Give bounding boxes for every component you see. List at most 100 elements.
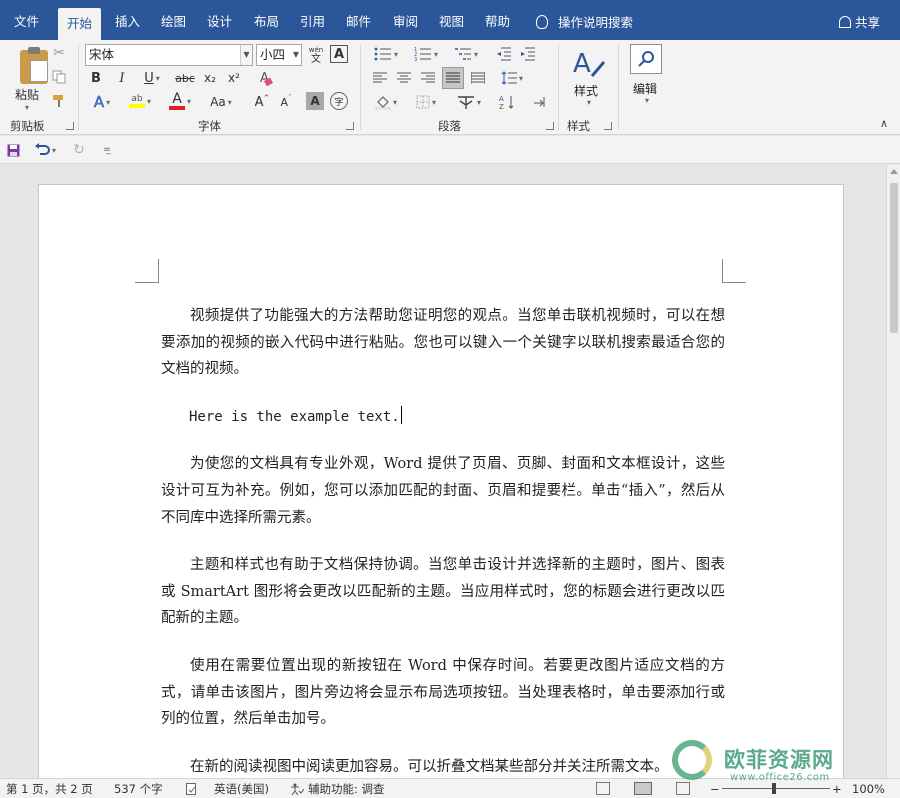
- chevron-down-icon: ▾: [186, 96, 191, 106]
- tab-home[interactable]: 开始: [58, 8, 102, 40]
- align-center-icon[interactable]: [394, 68, 414, 88]
- asian-layout-button[interactable]: ▾: [452, 92, 486, 112]
- clipboard-launcher-icon[interactable]: [66, 122, 74, 130]
- subscript-button[interactable]: x₂: [200, 68, 220, 88]
- document-page[interactable]: 视频提供了功能强大的方法帮助您证明您的观点。当您单击联机视频时，可以在想要添加的…: [38, 184, 844, 778]
- zoom-out-button[interactable]: −: [710, 779, 720, 798]
- italic-button[interactable]: I: [112, 68, 132, 88]
- align-right-icon[interactable]: [418, 68, 438, 88]
- justify-icon[interactable]: [442, 67, 464, 89]
- font-size-select[interactable]: 小四 ▼: [256, 44, 302, 66]
- editing-button[interactable]: 编辑 ▾: [626, 44, 668, 118]
- align-left-icon[interactable]: [370, 68, 390, 88]
- tab-references[interactable]: 引用: [294, 0, 331, 40]
- document-canvas: 视频提供了功能强大的方法帮助您证明您的观点。当您单击联机视频时，可以在想要添加的…: [0, 165, 886, 778]
- tab-view[interactable]: 视图: [433, 0, 470, 40]
- document-body[interactable]: 视频提供了功能强大的方法帮助您证明您的观点。当您单击联机视频时，可以在想要添加的…: [161, 303, 725, 778]
- format-painter-icon[interactable]: [50, 92, 68, 110]
- paragraph-group-label: 段落: [438, 119, 461, 133]
- paragraph[interactable]: 视频提供了功能强大的方法帮助您证明您的观点。当您单击联机视频时，可以在想要添加的…: [161, 303, 725, 383]
- paragraph-launcher-icon[interactable]: [546, 122, 554, 130]
- ribbon-home: 粘贴 ▾ ✂ 剪贴板 宋体 ▼ 小四 ▼ wén 文 A B I U ▾ abc x…: [0, 40, 900, 135]
- phonetic-guide-icon[interactable]: wén 文: [306, 45, 326, 65]
- distributed-icon[interactable]: [468, 68, 488, 88]
- tab-insert[interactable]: 插入: [109, 0, 146, 40]
- cut-icon[interactable]: ✂: [50, 44, 68, 62]
- scroll-up-icon[interactable]: [890, 169, 898, 174]
- enclose-characters-icon[interactable]: 字: [330, 92, 348, 110]
- tab-help[interactable]: 帮助: [479, 0, 516, 40]
- undo-button[interactable]: ▾: [30, 141, 60, 159]
- multilevel-list-button[interactable]: ▾: [450, 44, 482, 64]
- grow-font-icon[interactable]: A ^: [252, 92, 272, 112]
- styles-launcher-icon[interactable]: [604, 122, 612, 130]
- shading-button[interactable]: ▾: [370, 92, 402, 112]
- chevron-down-icon: ▾: [227, 97, 232, 107]
- customize-toolbar-icon[interactable]: =̲: [100, 141, 114, 159]
- proofing-icon[interactable]: [186, 779, 200, 798]
- zoom-level[interactable]: 100%: [852, 779, 885, 798]
- ribbon-tab-bar: 文件 开始 插入 绘图 设计 布局 引用 邮件 审阅 视图 帮助 操作说明搜索 …: [0, 0, 900, 40]
- accessibility-button[interactable]: 辅助功能: 调查: [290, 779, 385, 798]
- tab-design[interactable]: 设计: [201, 0, 238, 40]
- share-label: 共享: [854, 15, 880, 30]
- copy-icon[interactable]: [50, 68, 68, 86]
- superscript-button[interactable]: x²: [224, 68, 244, 88]
- bullets-button[interactable]: ▾: [370, 44, 402, 64]
- zoom-in-button[interactable]: +: [832, 779, 842, 798]
- paragraph[interactable]: 主题和样式也有助于文档保持协调。当您单击设计并选择新的主题时，图片、图表或 Sm…: [161, 552, 725, 632]
- print-layout-icon[interactable]: [634, 782, 652, 795]
- accessibility-label: 辅助功能: 调查: [308, 782, 385, 796]
- text-effects-icon[interactable]: A ▾: [86, 92, 118, 112]
- paragraph[interactable]: Here is the example text.: [161, 404, 725, 431]
- zoom-slider[interactable]: [722, 788, 830, 789]
- sort-icon[interactable]: AZ: [496, 92, 518, 112]
- font-name-select[interactable]: 宋体 ▼: [85, 44, 253, 66]
- paste-button[interactable]: 粘贴 ▾: [6, 44, 48, 112]
- paste-label: 粘贴: [14, 88, 39, 102]
- read-mode-icon[interactable]: [596, 782, 610, 795]
- highlight-color-button[interactable]: ab ▾: [124, 90, 156, 112]
- character-border-icon[interactable]: A: [330, 45, 348, 63]
- paragraph[interactable]: 在新的阅读视图中阅读更加容易。可以折叠文档某些部分并关注所需文本。: [161, 754, 725, 778]
- character-shading-icon[interactable]: A: [306, 92, 324, 110]
- tab-review[interactable]: 审阅: [387, 0, 424, 40]
- web-layout-icon[interactable]: [676, 782, 690, 795]
- paragraph-mark-icon[interactable]: [528, 92, 550, 112]
- strikethrough-button[interactable]: abc: [172, 68, 198, 88]
- numbering-button[interactable]: 1 2 3 ▾: [410, 44, 442, 64]
- line-spacing-button[interactable]: ▾: [496, 68, 528, 88]
- tab-layout[interactable]: 布局: [248, 0, 285, 40]
- accessibility-icon: [291, 783, 304, 795]
- page-count[interactable]: 第 1 页，共 2 页: [6, 779, 93, 798]
- tab-mailings[interactable]: 邮件: [340, 0, 377, 40]
- chevron-down-icon: ▾: [431, 97, 436, 107]
- quick-access-toolbar: ▾ ↻ =̲: [0, 136, 900, 164]
- tab-file[interactable]: 文件: [8, 0, 45, 40]
- change-case-button[interactable]: Aa ▾: [204, 92, 238, 112]
- share-button[interactable]: 共享: [838, 0, 880, 40]
- vertical-scrollbar[interactable]: [886, 165, 900, 778]
- borders-button[interactable]: ▾: [410, 92, 442, 112]
- styles-button[interactable]: A 样式 ▾: [566, 44, 612, 118]
- paragraph[interactable]: 为使您的文档具有专业外观，Word 提供了页眉、页脚、封面和文本框设计，这些设计…: [161, 451, 725, 531]
- bold-button[interactable]: B: [86, 68, 106, 88]
- decrease-indent-icon[interactable]: [494, 44, 514, 64]
- asian-layout-icon: [457, 96, 474, 109]
- save-icon[interactable]: [4, 141, 22, 159]
- language-indicator[interactable]: 英语(美国): [214, 779, 269, 798]
- underline-button[interactable]: U ▾: [138, 68, 166, 88]
- tell-me-search[interactable]: 操作说明搜索: [536, 0, 633, 40]
- clear-formatting-icon[interactable]: A: [256, 68, 276, 88]
- scroll-thumb[interactable]: [890, 183, 898, 333]
- font-color-button[interactable]: A ▾: [164, 90, 196, 112]
- collapse-ribbon-icon[interactable]: ∧: [876, 116, 892, 130]
- font-launcher-icon[interactable]: [346, 122, 354, 130]
- increase-indent-icon[interactable]: [518, 44, 538, 64]
- redo-icon[interactable]: ↻: [70, 141, 88, 159]
- word-count[interactable]: 537 个字: [114, 779, 163, 798]
- zoom-slider-thumb[interactable]: [772, 783, 776, 794]
- tab-draw[interactable]: 绘图: [155, 0, 192, 40]
- shrink-font-icon[interactable]: Aˇ: [276, 92, 296, 112]
- paragraph[interactable]: 使用在需要位置出现的新按钮在 Word 中保存时间。若要更改图片适应文档的方式，…: [161, 653, 725, 733]
